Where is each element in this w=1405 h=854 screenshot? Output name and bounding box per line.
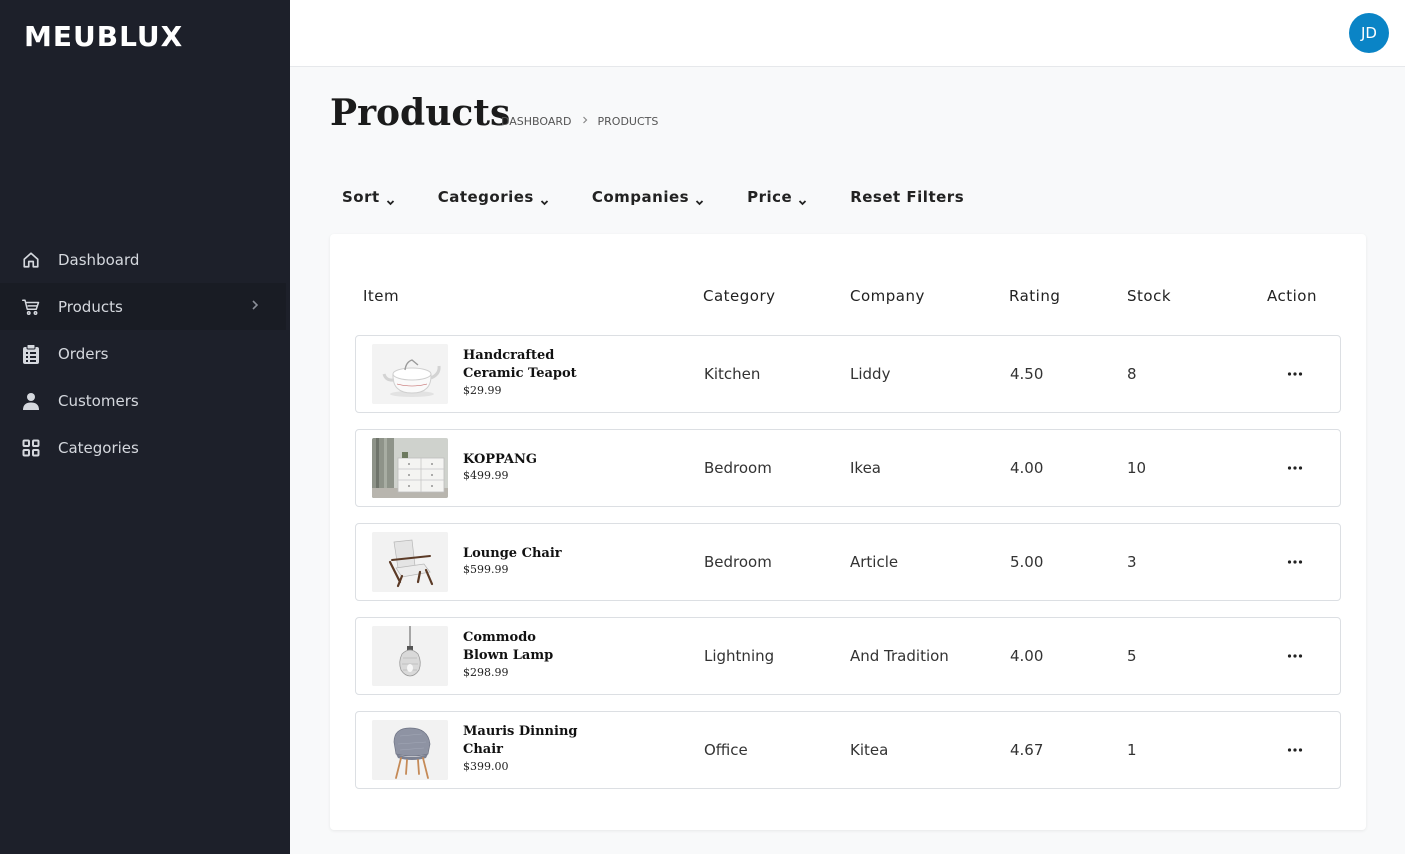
price-filter[interactable]: Price (747, 188, 807, 206)
chevron-down-icon (798, 193, 807, 205)
more-options-icon[interactable] (1282, 646, 1308, 666)
table-row[interactable]: Commodo Blown Lamp $298.99 Lightning And… (355, 617, 1341, 695)
column-header-item: Item (363, 287, 400, 305)
companies-filter[interactable]: Companies (592, 188, 704, 206)
breadcrumb-dashboard[interactable]: DASHBOARD (501, 115, 572, 128)
column-header-rating: Rating (1009, 287, 1061, 305)
product-company: Ikea (850, 459, 881, 477)
product-stock: 5 (1127, 647, 1137, 665)
topbar: JD (290, 0, 1405, 67)
sort-filter[interactable]: Sort (342, 188, 395, 206)
sidebar-item-customers[interactable]: Customers (0, 377, 290, 424)
sidebar-item-categories[interactable]: Categories (0, 424, 290, 471)
filter-label: Price (747, 188, 793, 206)
breadcrumb-current: PRODUCTS (597, 115, 659, 128)
product-stock: 3 (1127, 553, 1137, 571)
table-row[interactable]: KOPPANG $499.99 Bedroom Ikea 4.00 10 (355, 429, 1341, 507)
more-options-icon[interactable] (1282, 740, 1308, 760)
reset-filters-button[interactable]: Reset Filters (850, 188, 964, 206)
filter-label: Categories (437, 188, 534, 206)
column-header-action: Action (1267, 287, 1317, 305)
product-name: Mauris Dinning Chair (463, 724, 578, 757)
product-category: Bedroom (704, 459, 772, 477)
product-rating: 5.00 (1010, 553, 1044, 571)
sidebar: MEUBLUX Dashboard Products Orders Custom… (0, 0, 290, 854)
product-category: Lightning (704, 647, 775, 665)
more-options-icon[interactable] (1282, 552, 1308, 572)
product-stock: 8 (1127, 365, 1137, 383)
column-header-company: Company (850, 287, 925, 305)
cart-icon (22, 298, 40, 316)
product-name: Lounge Chair (463, 546, 562, 561)
filter-label: Sort (342, 188, 380, 206)
chevron-down-icon (386, 193, 395, 205)
filter-bar: Sort Categories Companies Price Reset Fi… (342, 188, 964, 206)
product-price: $499.99 (463, 469, 509, 482)
user-icon (22, 392, 40, 410)
product-name: Handcrafted Ceramic Teapot (463, 348, 577, 381)
table-row[interactable]: Handcrafted Ceramic Teapot $29.99 Kitche… (355, 335, 1341, 413)
table-row[interactable]: Mauris Dinning Chair $399.00 Office Kite… (355, 711, 1341, 789)
logo[interactable]: MEUBLUX (24, 20, 183, 53)
product-category: Bedroom (704, 553, 772, 571)
product-price: $298.99 (463, 666, 509, 679)
sidebar-item-label: Customers (58, 391, 139, 410)
product-image (372, 626, 448, 686)
product-image (372, 720, 448, 780)
product-category: Kitchen (704, 365, 761, 383)
product-rating: 4.00 (1010, 459, 1044, 477)
product-price: $29.99 (463, 384, 502, 397)
sidebar-item-orders[interactable]: Orders (0, 330, 290, 377)
sidebar-item-products[interactable]: Products (0, 283, 286, 330)
filter-label: Reset Filters (850, 188, 965, 206)
chevron-right-icon (248, 298, 262, 312)
clipboard-icon (22, 343, 40, 364)
grid-icon (22, 439, 40, 457)
product-name: Commodo Blown Lamp (463, 630, 554, 663)
product-company: And Tradition (850, 647, 949, 665)
sidebar-item-dashboard[interactable]: Dashboard (0, 236, 290, 283)
table-row[interactable]: Lounge Chair $599.99 Bedroom Article 5.0… (355, 523, 1341, 601)
product-company: Article (850, 553, 899, 571)
filter-label: Companies (591, 188, 690, 206)
product-company: Kitea (850, 741, 889, 759)
column-header-category: Category (703, 287, 776, 305)
product-rating: 4.00 (1010, 647, 1044, 665)
product-category: Office (704, 741, 748, 759)
sidebar-item-label: Dashboard (58, 250, 140, 269)
chevron-down-icon (540, 193, 549, 205)
sidebar-item-label: Products (58, 297, 123, 316)
more-options-icon[interactable] (1282, 364, 1308, 384)
product-image (372, 438, 448, 498)
chevron-down-icon (695, 193, 704, 205)
product-image (372, 532, 448, 592)
product-rating: 4.67 (1010, 741, 1044, 759)
product-price: $399.00 (463, 760, 509, 773)
breadcrumb: DASHBOARD PRODUCTS (501, 115, 658, 128)
avatar[interactable]: JD (1349, 13, 1389, 53)
page-title: Products (330, 92, 511, 134)
product-company: Liddy (850, 365, 891, 383)
more-options-icon[interactable] (1282, 458, 1308, 478)
sidebar-nav: Dashboard Products Orders Customers Cate… (0, 236, 290, 471)
sidebar-item-label: Categories (58, 438, 139, 457)
product-stock: 10 (1127, 459, 1147, 477)
product-image (372, 344, 448, 404)
product-stock: 1 (1127, 741, 1137, 759)
categories-filter[interactable]: Categories (438, 188, 549, 206)
product-name: KOPPANG (463, 452, 537, 467)
column-header-stock: Stock (1127, 287, 1172, 305)
product-price: $599.99 (463, 563, 509, 576)
product-rating: 4.50 (1010, 365, 1044, 383)
home-icon (22, 251, 40, 269)
sidebar-item-label: Orders (58, 344, 109, 363)
chevron-right-icon (581, 116, 589, 127)
